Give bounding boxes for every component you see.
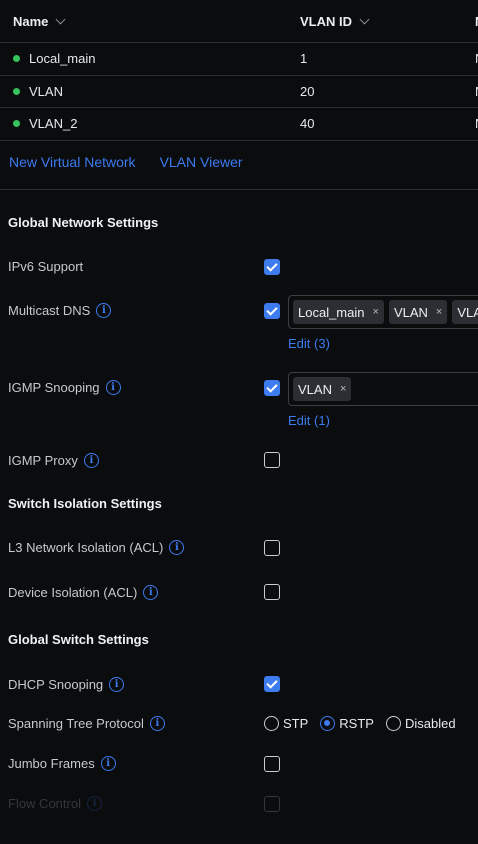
flow-control-checkbox[interactable] <box>264 796 280 812</box>
info-icon[interactable]: i <box>143 585 159 600</box>
remove-chip-icon[interactable]: × <box>373 306 379 318</box>
column-header-name[interactable]: Name <box>13 14 66 29</box>
divider <box>0 189 478 190</box>
table-row[interactable]: Local_main 1 N <box>0 43 478 76</box>
column-header-vlan-id[interactable]: VLAN ID <box>300 14 370 29</box>
info-icon[interactable]: i <box>96 303 112 318</box>
multicast-dns-network-select[interactable]: Local_main × VLAN × VLAN_2 <box>288 295 478 329</box>
radio-button-selected-icon[interactable] <box>320 716 336 731</box>
spanning-tree-label: Spanning Tree Protocol i <box>8 716 165 731</box>
radio-button-icon[interactable] <box>264 716 279 731</box>
l3-network-isolation-checkbox[interactable] <box>264 540 280 556</box>
radio-button-icon[interactable] <box>385 716 401 731</box>
table-header: Name VLAN ID N <box>0 0 478 43</box>
igmp-snooping-network-select[interactable]: VLAN × <box>288 372 478 406</box>
info-icon[interactable]: i <box>105 380 121 395</box>
radio-rstp[interactable]: RSTP <box>320 716 374 731</box>
multicast-dns-label: Multicast DNS i <box>8 303 112 318</box>
status-online-dot <box>13 55 20 63</box>
jumbo-frames-label: Jumbo Frames i <box>8 756 116 771</box>
l3-network-isolation-label: L3 Network Isolation (ACL) i <box>8 540 185 555</box>
remove-chip-icon[interactable]: × <box>436 306 442 318</box>
info-icon[interactable]: i <box>109 677 125 692</box>
table-row[interactable]: VLAN 20 N <box>0 76 478 108</box>
status-online-dot <box>13 87 20 95</box>
chip-vlan: VLAN × <box>388 300 448 324</box>
table-actions: New Virtual Network VLAN Viewer <box>9 154 243 170</box>
ipv6-support-checkbox[interactable] <box>264 259 280 275</box>
device-isolation-label: Device Isolation (ACL) i <box>8 585 159 600</box>
vlan-id: 20 <box>300 83 315 99</box>
multicast-dns-checkbox[interactable] <box>264 303 280 319</box>
info-icon[interactable]: i <box>86 796 102 811</box>
vlan-table: Name VLAN ID N Local_main 1 N VLAN 20 N … <box>0 0 478 141</box>
chevron-down-icon <box>359 14 370 24</box>
chevron-down-icon <box>55 14 66 24</box>
chip-vlan: VLAN × <box>293 377 352 401</box>
info-icon[interactable]: i <box>83 453 99 468</box>
flow-control-row: Flow Control i <box>0 796 478 816</box>
flow-control-label: Flow Control i <box>8 796 102 811</box>
remove-chip-icon[interactable]: × <box>340 383 346 395</box>
vlan-viewer-link[interactable]: VLAN Viewer <box>160 154 243 170</box>
section-title-global-switch: Global Switch Settings <box>8 632 149 647</box>
vlan-id: 1 <box>300 51 308 67</box>
network-name: VLAN <box>29 83 63 99</box>
igmp-snooping-checkbox[interactable] <box>264 380 280 396</box>
spanning-tree-radio-group: STP RSTP Disabled <box>264 716 456 731</box>
igmp-snooping-label: IGMP Snooping i <box>8 380 121 395</box>
network-name: Local_main <box>29 51 96 67</box>
device-isolation-checkbox[interactable] <box>264 584 280 600</box>
dhcp-snooping-checkbox[interactable] <box>264 676 280 692</box>
info-icon[interactable]: i <box>149 716 165 731</box>
dhcp-snooping-label: DHCP Snooping i <box>8 677 125 692</box>
chip-local-main: Local_main × <box>293 300 384 324</box>
vlan-id: 40 <box>300 116 315 132</box>
jumbo-frames-checkbox[interactable] <box>264 756 280 772</box>
info-icon[interactable]: i <box>100 756 116 771</box>
igmp-proxy-label: IGMP Proxy i <box>8 453 99 468</box>
igmp-snooping-edit-link[interactable]: Edit (1) <box>288 413 330 428</box>
chip-vlan-2: VLAN_2 <box>452 300 478 324</box>
info-icon[interactable]: i <box>169 540 185 555</box>
network-name: VLAN_2 <box>29 116 78 132</box>
new-virtual-network-link[interactable]: New Virtual Network <box>9 154 136 170</box>
section-title-switch-isolation: Switch Isolation Settings <box>8 496 162 511</box>
section-title-global-network: Global Network Settings <box>8 215 159 230</box>
radio-disabled[interactable]: Disabled <box>385 716 456 731</box>
table-row[interactable]: VLAN_2 40 N <box>0 108 478 141</box>
ipv6-support-label: IPv6 Support <box>8 259 84 274</box>
multicast-dns-edit-link[interactable]: Edit (3) <box>288 336 330 351</box>
igmp-proxy-checkbox[interactable] <box>264 452 280 468</box>
radio-stp[interactable]: STP <box>264 716 308 731</box>
status-online-dot <box>13 120 20 128</box>
